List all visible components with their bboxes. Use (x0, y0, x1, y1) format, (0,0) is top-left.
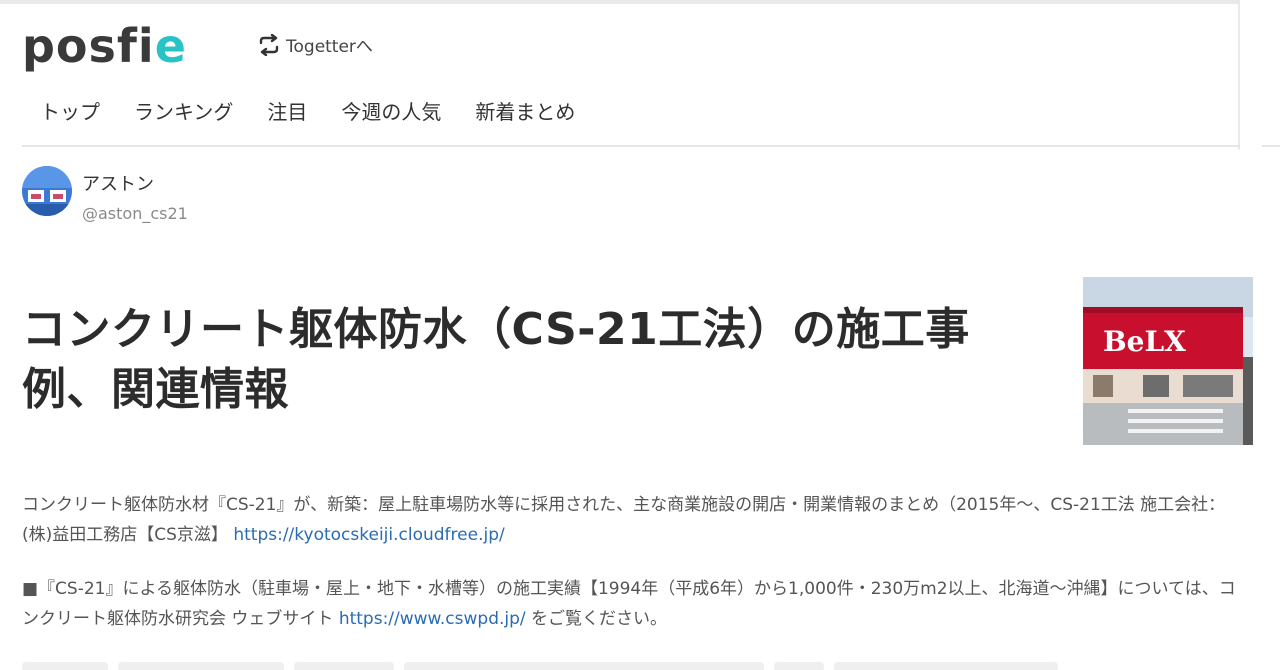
author-handle: @aston_cs21 (82, 204, 188, 223)
togetter-link-label: Togetterへ (286, 37, 373, 57)
nav-top[interactable]: トップ (40, 96, 100, 125)
description-paragraph-2: ■『CS-21』による躯体防水（駐車場・屋上・地下・水槽等）の施工実績【1994… (22, 574, 1252, 634)
description-tail: をご覧ください。 (525, 609, 668, 629)
tag-chip[interactable] (774, 662, 824, 670)
main-nav: トップ ランキング 注目 今週の人気 新着まとめ (40, 96, 575, 125)
tag-list (22, 662, 1058, 670)
article-description: コンクリート躯体防水材『CS-21』が、新築：屋上駐車場防水等に採用された、主な… (22, 490, 1252, 634)
header-divider (22, 145, 1240, 147)
article-title: コンクリート躯体防水（CS-21工法）の施工事 例、関連情報 (22, 300, 1072, 420)
avatar[interactable] (22, 166, 72, 216)
site-header: posfi e Togetterへ トップ ランキング 注目 今週の人気 新着まと… (0, 4, 1240, 145)
tag-chip[interactable] (834, 662, 1058, 670)
tag-chip[interactable] (22, 662, 108, 670)
nav-ranking[interactable]: ランキング (134, 96, 233, 125)
title-line-1: コンクリート躯体防水（CS-21工法）の施工事 (22, 304, 970, 355)
thumbnail-sign-text: BeLX (1103, 325, 1186, 358)
logo-text: posfi (22, 19, 155, 73)
title-line-2: 例、関連情報 (22, 364, 289, 415)
description-text-1: コンクリート躯体防水材『CS-21』が、新築：屋上駐車場防水等に採用された、主な… (22, 495, 1226, 545)
author-info: アストン @aston_cs21 (82, 166, 188, 223)
nav-featured[interactable]: 注目 (267, 96, 307, 125)
tag-chip[interactable] (404, 662, 764, 670)
nav-weekly-popular[interactable]: 今週の人気 (341, 96, 441, 125)
kyotocskeiji-link[interactable]: https://kyotocskeiji.cloudfree.jp/ (233, 525, 504, 545)
nav-new[interactable]: 新着まとめ (475, 96, 575, 125)
header-divider-right (1262, 145, 1280, 147)
togetter-link[interactable]: Togetterへ (256, 32, 373, 57)
author-block[interactable]: アストン @aston_cs21 (22, 166, 188, 223)
author-name[interactable]: アストン (82, 170, 188, 196)
posfie-logo[interactable]: posfi e (22, 18, 187, 74)
tag-chip[interactable] (118, 662, 284, 670)
cswpd-link[interactable]: https://www.cswpd.jp/ (339, 609, 526, 629)
article-thumbnail[interactable]: BeLX (1083, 277, 1253, 445)
description-paragraph-1: コンクリート躯体防水材『CS-21』が、新築：屋上駐車場防水等に採用された、主な… (22, 490, 1252, 550)
repeat-icon (259, 33, 279, 56)
tag-chip[interactable] (294, 662, 394, 670)
logo-accent: e (154, 19, 187, 73)
